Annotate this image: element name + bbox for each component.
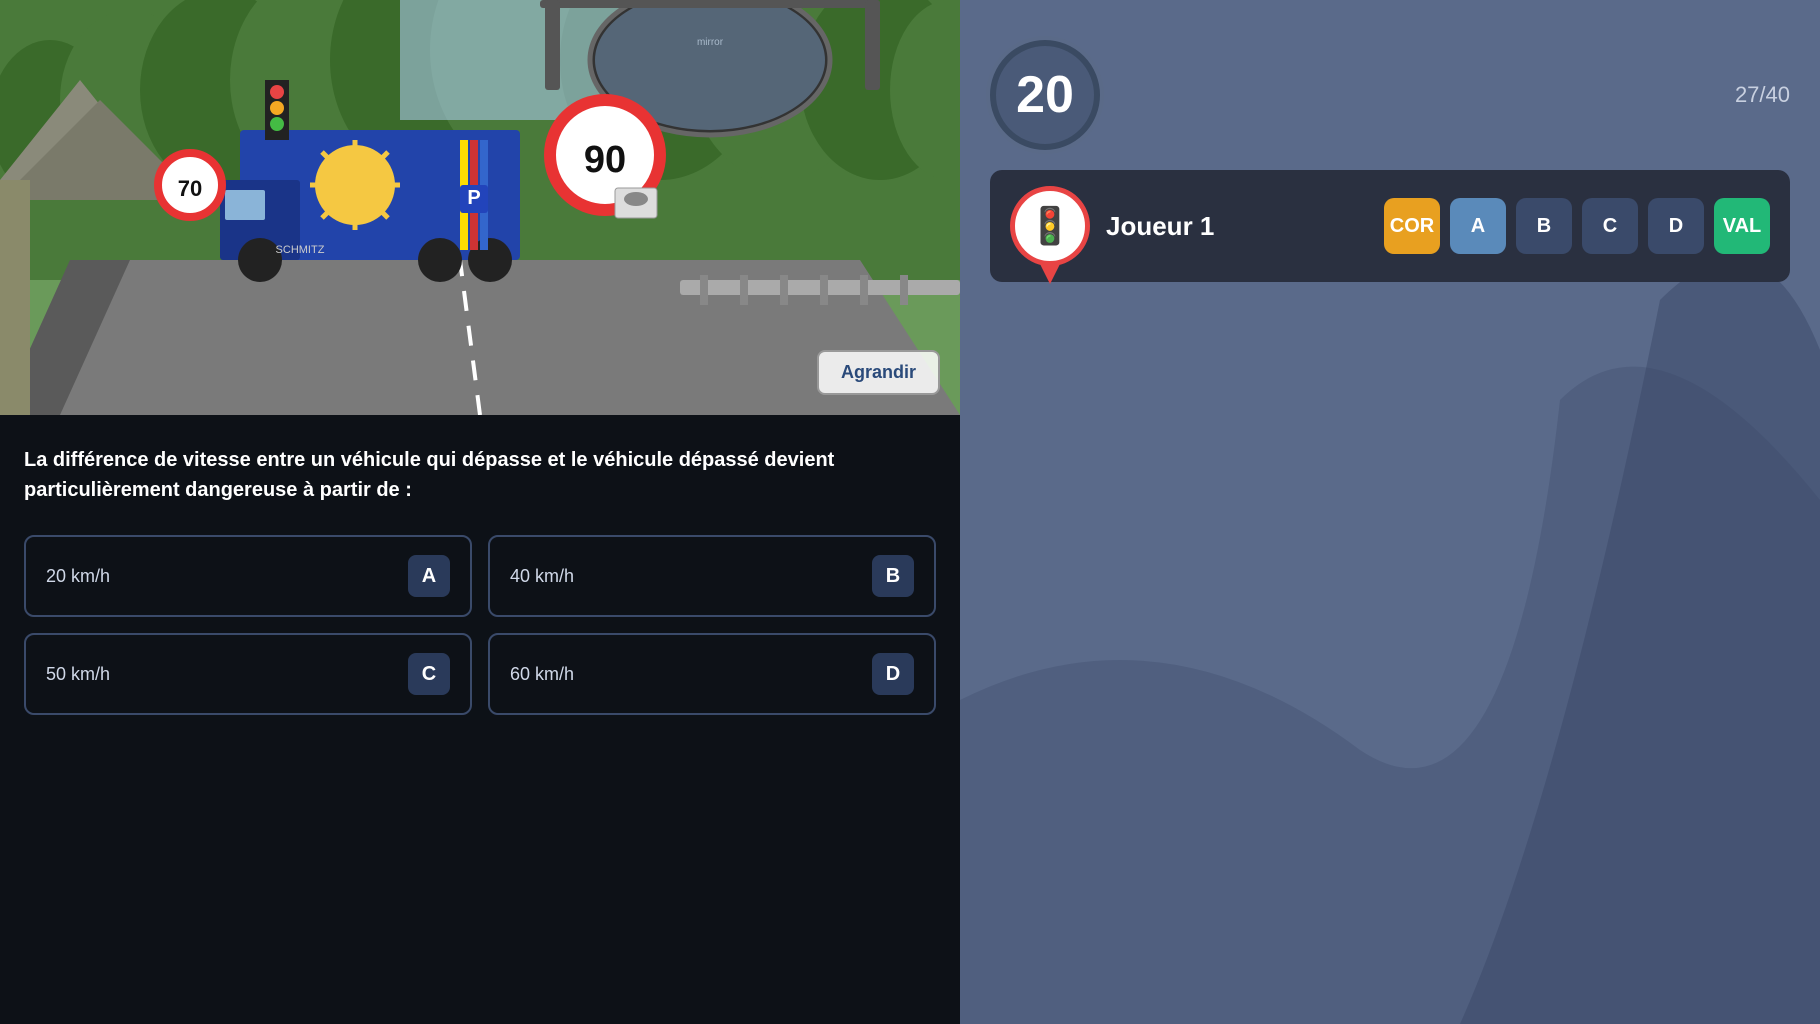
player-name: Joueur 1 [1106,211,1368,242]
question-text: La différence de vitesse entre un véhicu… [24,445,936,505]
avatar-icon: 🚦 [1028,205,1073,247]
timer-circle: 20 [990,40,1100,150]
right-panel: 20 27/40 🚦 Joueur 1 COR A B C D VAL [960,0,1820,1024]
action-buttons: COR A B C D VAL [1384,198,1770,254]
button-c[interactable]: C [1582,198,1638,254]
player-card: 🚦 Joueur 1 COR A B C D VAL [990,170,1790,282]
svg-text:mirror: mirror [697,37,724,48]
answer-b-button[interactable]: 40 km/h B [488,535,936,617]
svg-text:90: 90 [584,139,626,181]
answers-grid: 20 km/h A 40 km/h B 50 km/h C 60 km/h D [24,535,936,715]
avatar-pin [1040,264,1060,284]
answer-c-button[interactable]: 50 km/h C [24,633,472,715]
button-a[interactable]: A [1450,198,1506,254]
progress-text: 27/40 [1735,82,1790,108]
svg-text:70: 70 [178,176,202,201]
svg-text:SCHMITZ: SCHMITZ [276,244,325,256]
answer-d-text: 60 km/h [510,664,574,685]
answer-a-button[interactable]: 20 km/h A [24,535,472,617]
question-image: SCHMITZ mirror 90 70 [0,0,960,415]
right-content: 20 27/40 🚦 Joueur 1 COR A B C D VAL [960,20,1820,322]
player-avatar: 🚦 [1010,186,1090,266]
answer-a-letter: A [408,555,450,597]
answer-a-text: 20 km/h [46,566,110,587]
answer-b-letter: B [872,555,914,597]
road-svg: SCHMITZ mirror 90 70 [0,0,960,415]
answer-c-letter: C [408,653,450,695]
cor-button[interactable]: COR [1384,198,1440,254]
svg-text:P: P [467,187,480,209]
val-button[interactable]: VAL [1714,198,1770,254]
timer-value: 20 [1016,65,1074,125]
answer-d-letter: D [872,653,914,695]
answer-b-text: 40 km/h [510,566,574,587]
button-b[interactable]: B [1516,198,1572,254]
left-panel: SCHMITZ mirror 90 70 [0,0,960,1024]
button-d[interactable]: D [1648,198,1704,254]
answer-c-text: 50 km/h [46,664,110,685]
avatar-container: 🚦 [1010,186,1090,266]
answer-d-button[interactable]: 60 km/h D [488,633,936,715]
question-area: La différence de vitesse entre un véhicu… [0,415,960,1024]
agrandir-button[interactable]: Agrandir [817,350,940,395]
top-row: 20 27/40 [990,40,1790,150]
